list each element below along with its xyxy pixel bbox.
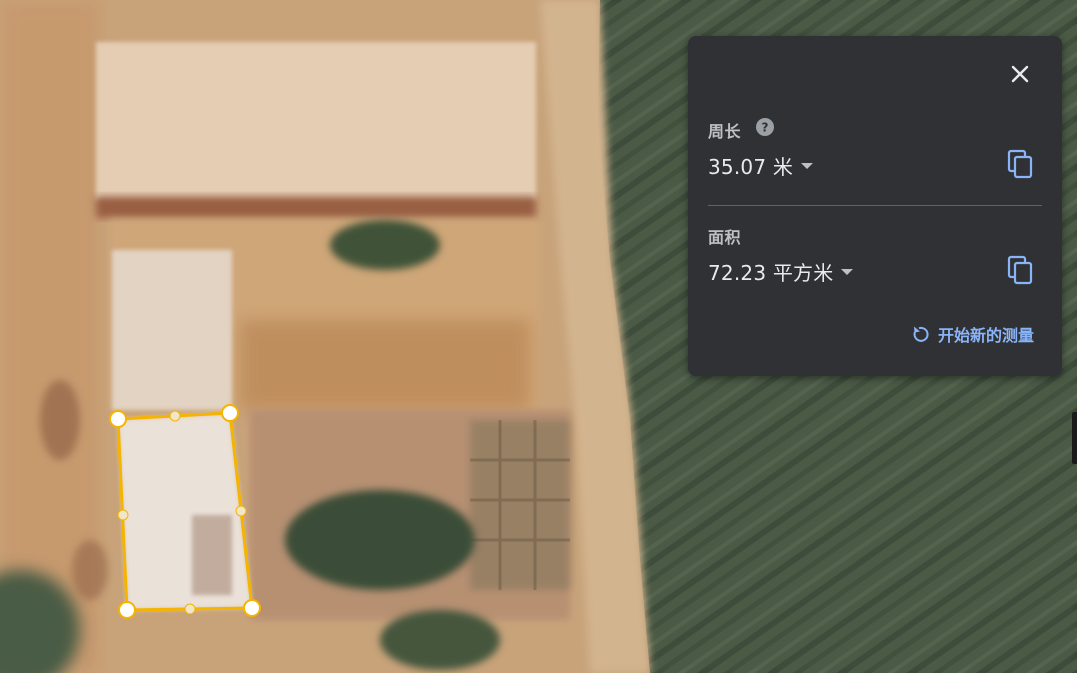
area-value: 72.23 平方米 — [708, 261, 834, 285]
midpoint-handle[interactable] — [169, 410, 181, 422]
divider — [708, 205, 1042, 206]
measure-distance-panel: 周长 ? 35.07 米 面积 72.23 平方米 开始新的测量 — [688, 36, 1062, 376]
copy-icon — [1007, 149, 1033, 179]
svg-text:?: ? — [762, 121, 769, 135]
side-panel-toggle[interactable] — [1072, 412, 1077, 464]
copy-area-button[interactable] — [1006, 254, 1034, 286]
close-button[interactable] — [1006, 60, 1034, 88]
chevron-down-icon — [841, 268, 854, 275]
new-measurement-label: 开始新的测量 — [937, 326, 1034, 345]
close-icon — [1011, 65, 1029, 83]
midpoint-handle[interactable] — [235, 505, 247, 517]
restart-icon — [913, 326, 929, 342]
perimeter-value: 35.07 米 — [708, 155, 794, 179]
perimeter-label: 周长 — [708, 122, 742, 141]
perimeter-unit-dropdown[interactable]: 35.07 米 — [708, 151, 814, 180]
vertex-handle[interactable] — [118, 601, 136, 619]
chevron-down-icon — [801, 162, 814, 169]
help-icon[interactable]: ? — [756, 118, 774, 136]
new-measurement-button[interactable]: 开始新的测量 — [910, 322, 1034, 346]
vertex-handle[interactable] — [243, 599, 261, 617]
vertex-handle[interactable] — [109, 410, 127, 428]
midpoint-handle[interactable] — [117, 509, 129, 521]
area-unit-dropdown[interactable]: 72.23 平方米 — [708, 257, 854, 286]
midpoint-handle[interactable] — [184, 603, 196, 615]
copy-perimeter-button[interactable] — [1006, 148, 1034, 180]
area-label: 面积 — [708, 228, 742, 247]
copy-icon — [1007, 255, 1033, 285]
vertex-handle[interactable] — [221, 404, 239, 422]
